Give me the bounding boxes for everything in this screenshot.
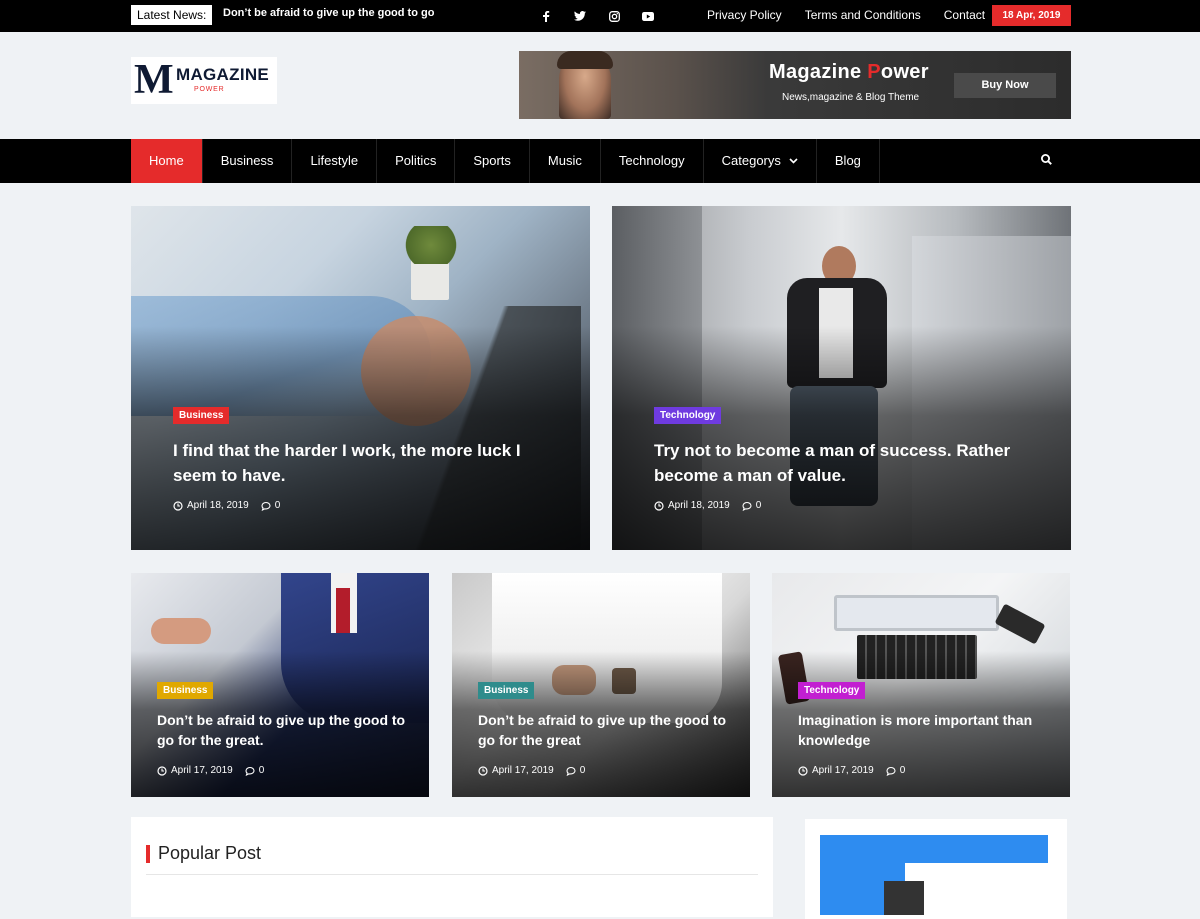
post-date: April 17, 2019 <box>171 765 233 776</box>
hero-post-card[interactable]: Technology Try not to become a man of su… <box>612 206 1071 550</box>
section-accent-bar <box>146 845 150 863</box>
clock-icon <box>798 765 808 776</box>
site-logo[interactable]: M MAGAZINE POWER <box>131 57 277 104</box>
comment-icon <box>886 766 896 776</box>
post-meta: April 18, 2019 0 <box>654 500 761 511</box>
category-badge[interactable]: Business <box>478 682 535 699</box>
post-title[interactable]: Imagination is more important than knowl… <box>798 710 1048 750</box>
category-badge[interactable]: Technology <box>798 682 866 699</box>
comment-icon <box>261 501 271 511</box>
clock-icon <box>173 500 183 511</box>
comment-icon <box>742 501 752 511</box>
post-card[interactable]: Technology Imagination is more important… <box>772 573 1070 797</box>
top-bar: Latest News: Don’t be afraid to give up … <box>0 0 1200 32</box>
comment-count[interactable]: 0 <box>756 500 762 511</box>
clock-icon <box>478 765 488 776</box>
category-badge[interactable]: Technology <box>654 407 722 424</box>
contact-link[interactable]: Contact <box>944 8 985 22</box>
site-header: M MAGAZINE POWER Magazine Power News,mag… <box>0 32 1200 139</box>
post-title[interactable]: Don’t be afraid to give up the good to g… <box>157 710 407 750</box>
comment-count[interactable]: 0 <box>275 500 281 511</box>
nav-label: Blog <box>834 153 861 168</box>
post-title[interactable]: Try not to become a man of success. Rath… <box>654 438 1024 488</box>
post-card[interactable]: Business Don’t be afraid to give up the … <box>131 573 429 797</box>
section-title: Popular Post <box>158 843 262 863</box>
logo-name: MAGAZINE <box>176 65 270 84</box>
chevron-down-icon <box>789 158 798 164</box>
section-divider <box>146 874 758 875</box>
latest-news-ticker[interactable]: Don’t be afraid to give up the good to g… <box>223 7 434 19</box>
post-meta: April 18, 2019 0 <box>173 500 280 511</box>
latest-news-label: Latest News: <box>131 5 213 25</box>
top-links: Privacy Policy Terms and Conditions Cont… <box>707 8 985 22</box>
logo-letter: M <box>134 57 174 103</box>
nav-label: Sports <box>473 153 511 168</box>
twitter-icon[interactable] <box>569 7 591 25</box>
logo-subtitle: POWER <box>194 86 225 93</box>
post-date: April 18, 2019 <box>187 500 249 511</box>
post-date: April 17, 2019 <box>492 765 554 776</box>
privacy-policy-link[interactable]: Privacy Policy <box>707 8 782 22</box>
ad-title-part: Magazine <box>769 61 868 83</box>
nav-label: Business <box>220 153 274 168</box>
ad-model-hair <box>557 51 613 69</box>
clock-icon <box>157 765 167 776</box>
nav-item-business[interactable]: Business <box>203 139 293 183</box>
post-meta: April 17, 2019 0 <box>798 765 905 776</box>
post-card[interactable]: Business Don’t be afraid to give up the … <box>452 573 750 797</box>
search-icon[interactable] <box>1040 153 1056 169</box>
post-date: April 18, 2019 <box>668 500 730 511</box>
nav-item-politics[interactable]: Politics <box>377 139 456 183</box>
ad-tagline: News,magazine & Blog Theme <box>782 92 920 103</box>
nav-item-technology[interactable]: Technology <box>601 139 704 183</box>
comment-count[interactable]: 0 <box>900 765 906 776</box>
nav-label: Technology <box>618 153 685 168</box>
social-links <box>535 7 659 25</box>
comment-count[interactable]: 0 <box>580 765 586 776</box>
facebook-icon[interactable] <box>535 7 557 25</box>
promo-caption: Simple Business Theme <box>945 893 1015 899</box>
instagram-icon[interactable] <box>603 7 625 25</box>
nav-item-home[interactable]: Home <box>131 139 203 183</box>
youtube-icon[interactable] <box>637 7 659 25</box>
promo-window <box>905 863 1048 915</box>
nav-label: Politics <box>395 153 437 168</box>
post-title[interactable]: I find that the harder I work, the more … <box>173 438 533 488</box>
nav-menu: Home Business Lifestyle Politics Sports … <box>131 139 880 183</box>
comment-count[interactable]: 0 <box>259 765 265 776</box>
comment-icon <box>245 766 255 776</box>
nav-item-music[interactable]: Music <box>530 139 601 183</box>
nav-label: Lifestyle <box>310 153 359 168</box>
sidebar-widget: Simple Business Theme <box>805 819 1067 919</box>
ad-title: Magazine Power <box>769 61 929 84</box>
terms-link[interactable]: Terms and Conditions <box>805 8 921 22</box>
buy-now-button[interactable]: Buy Now <box>954 73 1056 98</box>
hero-post-card[interactable]: Business I find that the harder I work, … <box>131 206 590 550</box>
nav-item-lifestyle[interactable]: Lifestyle <box>292 139 378 183</box>
header-ad-banner[interactable]: Magazine Power News,magazine & Blog Them… <box>519 51 1071 119</box>
theme-promo-image[interactable]: Simple Business Theme <box>820 835 1048 915</box>
ad-title-accent: P <box>867 61 881 83</box>
category-badge[interactable]: Business <box>173 407 230 424</box>
nav-item-blog[interactable]: Blog <box>817 139 880 183</box>
post-date: April 17, 2019 <box>812 765 874 776</box>
ad-title-part: ower <box>880 61 929 83</box>
post-meta: April 17, 2019 0 <box>478 765 585 776</box>
nav-label: Home <box>149 153 184 168</box>
comment-icon <box>566 766 576 776</box>
nav-label: Categorys <box>721 153 781 168</box>
post-meta: April 17, 2019 0 <box>157 765 264 776</box>
promo-device <box>884 881 924 915</box>
date-badge: 18 Apr, 2019 <box>992 5 1071 26</box>
nav-item-categorys[interactable]: Categorys <box>704 139 817 183</box>
main-nav: Home Business Lifestyle Politics Sports … <box>0 139 1200 183</box>
post-title[interactable]: Don’t be afraid to give up the good to g… <box>478 710 728 750</box>
popular-post-section: Popular Post <box>131 817 773 917</box>
category-badge[interactable]: Business <box>157 682 214 699</box>
nav-label: Music <box>547 153 582 168</box>
clock-icon <box>654 500 664 511</box>
nav-item-sports[interactable]: Sports <box>455 139 530 183</box>
